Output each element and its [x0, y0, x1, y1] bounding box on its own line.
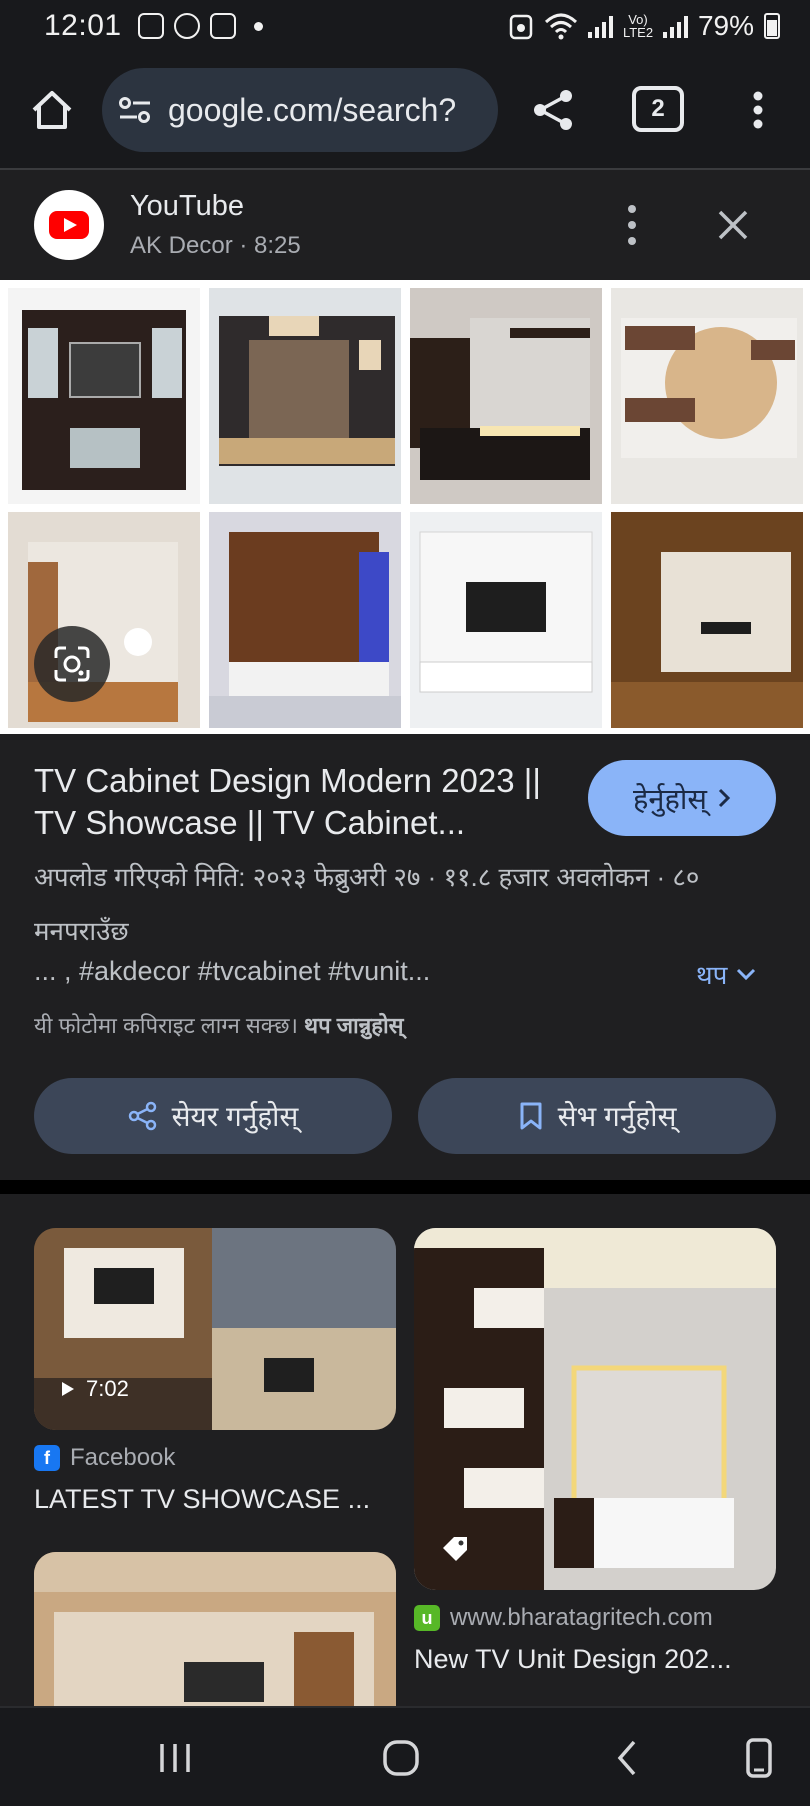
system-navigation-bar [0, 1706, 810, 1806]
facebook-favicon-icon: f [34, 1445, 60, 1471]
source-name: YouTube [130, 190, 244, 222]
related-source-name-1: Facebook [70, 1444, 176, 1471]
visit-label: हेर्नुहोस् [632, 783, 707, 816]
thumbnail-grid[interactable] [0, 280, 810, 734]
more-vert-icon [628, 205, 636, 245]
browser-menu-button[interactable] [736, 80, 780, 140]
play-icon [62, 1382, 74, 1396]
related-title-1[interactable]: LATEST TV SHOWCASE ... [34, 1484, 370, 1515]
app-notification-icon [209, 13, 236, 39]
visit-button[interactable]: हेर्नुहोस् [588, 760, 776, 836]
section-separator [0, 1180, 810, 1194]
thumbnail-1[interactable] [8, 288, 200, 504]
thumbnail-3[interactable] [410, 288, 602, 504]
share-result-button[interactable]: सेयर गर्नुहोस् [34, 1078, 392, 1154]
related-source-1: f Facebook [34, 1444, 175, 1472]
battery-percent: 79% [697, 10, 754, 41]
copyright-notice: यी फोटोमा कपिराइट लाग्न सक्छ। थप जान्नुह… [34, 1010, 404, 1040]
share-label: सेयर गर्नुहोस् [171, 1101, 299, 1132]
more-toggle[interactable]: थप [696, 956, 757, 992]
related-thumbnail-1[interactable]: 7:02 [34, 1228, 396, 1430]
youtube-play-icon [49, 211, 89, 239]
site-settings-icon[interactable] [118, 95, 152, 125]
more-label: थप [696, 960, 728, 990]
lens-icon [54, 646, 90, 682]
signal-2-icon [662, 14, 688, 38]
bookmark-icon [520, 1102, 542, 1130]
thumbnail-5[interactable] [8, 512, 200, 728]
related-title-2[interactable]: New TV Unit Design 202... [414, 1644, 732, 1675]
related-results: 7:02 f Facebook LATEST TV SHOWCASE ... u… [0, 1194, 810, 1706]
learn-more-link[interactable]: थप जान्नुहोस् [304, 1013, 403, 1038]
battery-icon [764, 13, 780, 39]
related-thumbnail-3[interactable] [34, 1552, 396, 1706]
result-meta: अपलोड गरिएको मिति: २०२३ फेब्रुअरी २७ · १… [34, 862, 700, 946]
chevron-down-icon [737, 968, 756, 981]
network-label: Vo) LTE2 [622, 12, 654, 40]
thumbnail-8[interactable] [611, 512, 803, 728]
home-button[interactable] [22, 80, 82, 140]
thumbnail-6[interactable] [209, 512, 401, 728]
related-source-name-2: www.bharatagritech.com [450, 1604, 713, 1631]
close-preview-button[interactable] [710, 202, 756, 248]
tab-count: 2 [651, 95, 665, 122]
source-header: YouTube AK Decor · 8:25 [0, 170, 810, 280]
status-bar: 12:01 Vo) LTE2 79% [0, 0, 810, 52]
share-page-button[interactable] [522, 78, 586, 142]
whatsapp-notification-icon [173, 13, 200, 39]
notification-icons [137, 13, 263, 39]
more-vert-icon [753, 91, 763, 129]
site-favicon-icon: u [414, 1605, 440, 1631]
result-description: ... , #akdecor #tvcabinet #tvunit... [34, 956, 431, 986]
wifi-icon [544, 13, 577, 40]
source-more-button[interactable] [616, 200, 648, 250]
back-icon[interactable] [604, 1736, 654, 1780]
duration-label: 7:02 [86, 1376, 129, 1401]
status-right: Vo) LTE2 79% [508, 10, 780, 42]
copyright-text: यी फोटोमा कपिराइट लाग्न सक्छ। [34, 1013, 298, 1038]
save-result-button[interactable]: सेभ गर्नुहोस् [418, 1078, 776, 1154]
signal-1-icon [587, 14, 613, 38]
close-icon [718, 210, 748, 240]
browser-toolbar: google.com/search? 2 [0, 52, 810, 168]
more-notifications-dot-icon [253, 21, 263, 31]
tag-icon [443, 1537, 467, 1561]
result-title[interactable]: TV Cabinet Design Modern 2023 || TV Show… [34, 760, 554, 844]
home-icon [32, 91, 72, 129]
youtube-logo [34, 190, 104, 260]
result-info: TV Cabinet Design Modern 2023 || TV Show… [0, 734, 810, 1180]
share-icon [128, 1101, 156, 1131]
share-icon [534, 90, 572, 130]
chevron-right-icon [718, 788, 731, 808]
address-bar[interactable]: google.com/search? [102, 68, 498, 152]
save-label: सेभ गर्नुहोस् [557, 1101, 677, 1132]
tab-switcher-button[interactable]: 2 [632, 86, 684, 132]
thumbnail-2[interactable] [209, 288, 401, 504]
thumbnail-7[interactable] [410, 512, 602, 728]
lens-search-button[interactable] [34, 626, 110, 702]
thumbnail-4[interactable] [611, 288, 803, 504]
url-text[interactable]: google.com/search? [168, 92, 456, 129]
rotate-icon[interactable] [734, 1736, 784, 1780]
video-duration: 7:02 [60, 1376, 129, 1402]
gallery-notification-icon [137, 13, 164, 39]
recycle-icon [509, 14, 533, 40]
home-nav-icon[interactable] [376, 1736, 426, 1780]
status-time: 12:01 [44, 9, 122, 42]
related-source-2: u www.bharatagritech.com [414, 1604, 713, 1632]
recents-icon[interactable] [150, 1736, 200, 1780]
source-subtitle: AK Decor · 8:25 [130, 232, 301, 259]
